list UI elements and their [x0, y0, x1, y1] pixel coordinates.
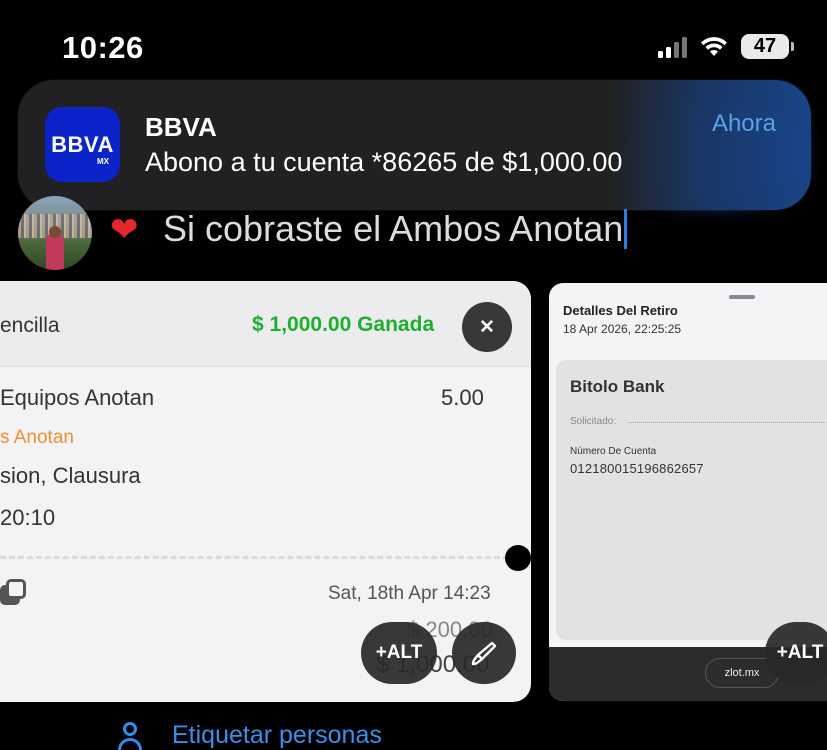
requested-label: Solicitado:: [570, 416, 617, 427]
bet-market: Equipos Anotan: [0, 385, 155, 410]
cellular-signal-icon: [658, 36, 687, 58]
alt-text-button[interactable]: +ALT: [361, 622, 437, 684]
bet-slip-image[interactable]: encilla $ 1,000.00 Ganada Equipos Anotan…: [0, 281, 531, 702]
bank-name: Bitolo Bank: [570, 377, 665, 396]
avatar[interactable]: [18, 196, 92, 270]
person-icon[interactable]: [116, 722, 144, 750]
withdrawal-bank-box: Bitolo Bank Solicitado: Número De Cuenta…: [556, 360, 827, 640]
app-icon-brand: BBVA: [51, 131, 114, 157]
account-label: Número De Cuenta: [570, 446, 657, 457]
status-indicators: 47: [658, 34, 794, 59]
close-icon: ✕: [479, 316, 495, 338]
dashed-divider: [0, 556, 518, 559]
bet-odds: 5.00: [441, 385, 484, 410]
bbva-app-icon: BBVA MX: [45, 107, 120, 182]
notification-time: Ahora: [711, 110, 776, 137]
requested-dotted-line: [628, 422, 827, 423]
status-time: 10:26: [62, 30, 144, 65]
bet-slip-header: encilla $ 1,000.00 Ganada: [0, 281, 531, 367]
battery-icon: 47: [741, 34, 794, 59]
bet-result: $ 1,000.00 Ganada: [252, 313, 435, 336]
withdrawal-title: Detalles Del Retiro: [563, 303, 678, 318]
caption-input[interactable]: Si cobraste el Ambos Anotan: [163, 208, 628, 250]
ticket-notch: [505, 545, 531, 571]
alt-text-button-2[interactable]: +ALT: [765, 622, 827, 684]
account-number: 012180015196862657: [570, 461, 704, 476]
brush-icon: [471, 641, 497, 666]
bet-selection: s Anotan: [0, 427, 74, 448]
copy-icon: [0, 579, 26, 605]
bet-event: sion, Clausura: [0, 463, 141, 488]
bet-type: encilla: [0, 314, 60, 337]
text-cursor: [624, 209, 628, 249]
withdrawal-date: 18 Apr 2026, 22:25:25: [563, 322, 682, 336]
tag-people-button[interactable]: Etiquetar personas: [172, 721, 382, 750]
notification-glow: [611, 80, 811, 210]
bet-date: Sat, 18th Apr 14:23: [328, 583, 491, 604]
app-icon-sub: MX: [97, 157, 109, 166]
heart-emoji: ❤: [110, 211, 139, 249]
remove-image-button[interactable]: ✕: [462, 302, 512, 352]
sheet-handle: [729, 295, 755, 299]
caption-text: Si cobraste el Ambos Anotan: [163, 208, 624, 249]
notification-banner[interactable]: BBVA MX BBVA Abono a tu cuenta *86265 de…: [18, 80, 811, 210]
edit-image-button[interactable]: [452, 622, 516, 684]
bet-time: 20:10: [0, 505, 56, 530]
notification-app-name: BBVA: [145, 112, 217, 142]
wifi-icon: [701, 36, 727, 56]
notification-message: Abono a tu cuenta *86265 de $1,000.00: [145, 147, 623, 177]
